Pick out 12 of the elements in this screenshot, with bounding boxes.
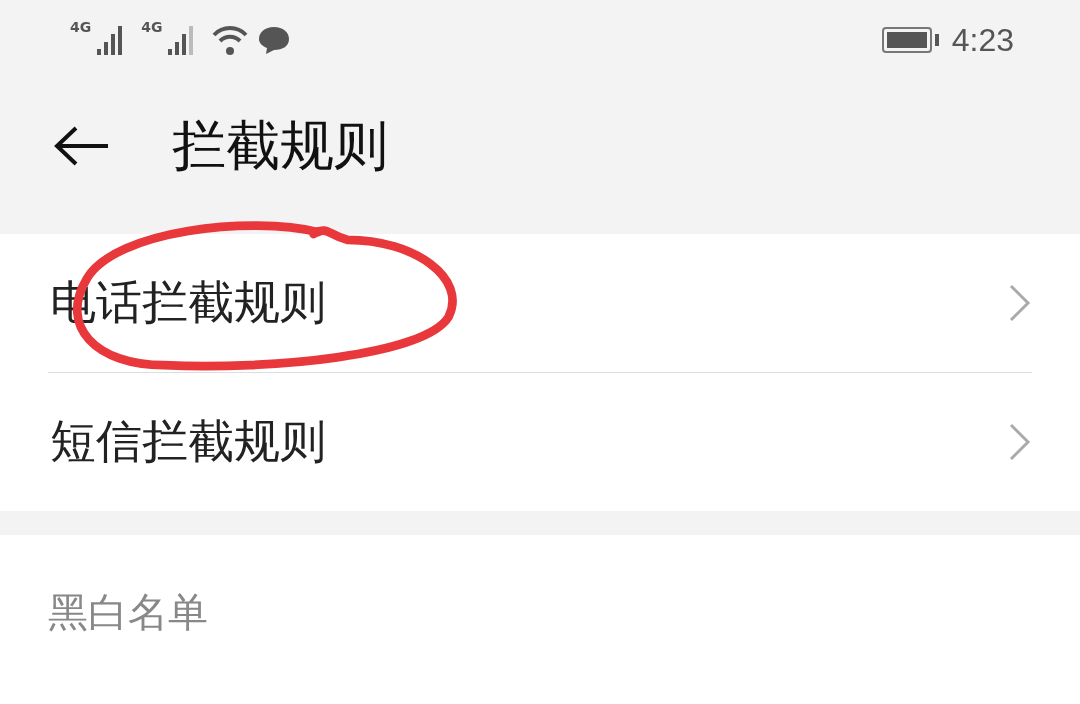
chevron-right-icon (1008, 283, 1032, 323)
clock-time: 4:23 (951, 21, 1014, 59)
network-type-label: 4G (141, 19, 163, 35)
section-heading: 黑白名单 (48, 589, 208, 635)
wifi-icon (212, 25, 249, 55)
chevron-right-icon (1008, 422, 1032, 462)
battery-icon (881, 26, 940, 54)
network-type-label: 4G (70, 19, 92, 35)
page-title: 拦截规则 (172, 112, 388, 179)
rule-list-item[interactable]: 短信拦截规则 (48, 373, 1032, 511)
chat-bubble-icon (258, 25, 291, 55)
back-arrow-icon[interactable] (54, 126, 110, 166)
